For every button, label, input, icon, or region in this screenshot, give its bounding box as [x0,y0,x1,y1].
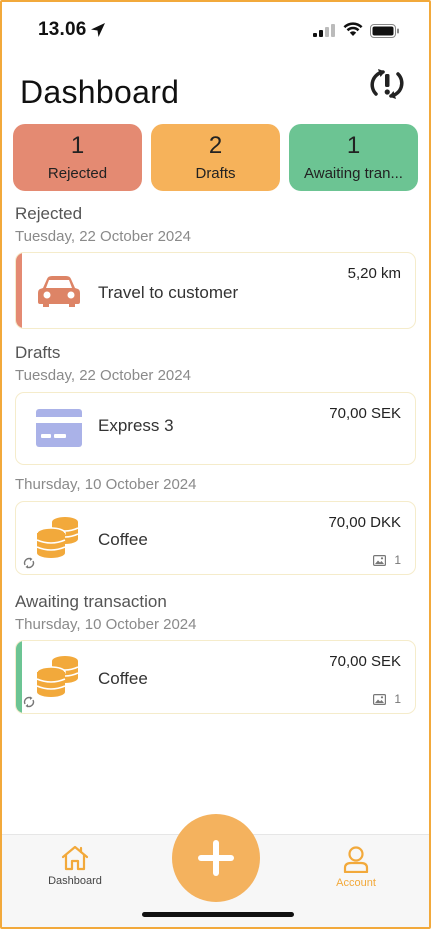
wifi-icon [343,22,363,36]
location-arrow-icon [91,23,105,37]
home-indicator [142,912,294,917]
expense-amount: 70,00 SEK [329,405,401,422]
section-title-drafts: Drafts [15,343,61,362]
tab-account[interactable]: Account [311,845,401,889]
expense-card-express[interactable]: Express 3 70,00 SEK [15,392,416,465]
status-bar: 13.06 [2,2,429,56]
attachment-count-value: 1 [394,553,401,567]
home-icon [61,845,89,871]
image-icon [373,693,387,705]
user-icon [343,846,369,873]
tile-count: 2 [208,132,223,159]
cellular-signal-icon [313,24,335,37]
tab-label: Account [336,877,376,889]
sync-alert-button[interactable] [365,64,409,104]
status-time: 13.06 [38,19,87,40]
tile-count: 1 [346,132,361,159]
expense-name: Coffee [98,669,148,688]
section-date: Thursday, 10 October 2024 [15,616,197,633]
status-stripe [16,253,22,328]
tile-awaiting-transaction[interactable]: 1 Awaiting tran... [289,124,418,191]
image-icon [373,554,387,566]
tile-label: Awaiting tran... [304,165,403,182]
attachment-count: 1 [373,553,401,567]
page-title: Dashboard [20,74,180,110]
expense-card-coffee-awaiting[interactable]: Coffee 70,00 SEK 1 [15,640,416,714]
tile-count: 1 [70,132,85,159]
car-icon [38,276,80,307]
expense-name: Coffee [98,530,148,549]
expense-name: Travel to customer [98,283,239,302]
expense-card-coffee-draft[interactable]: Coffee 70,00 DKK 1 [15,501,416,575]
coins-icon [36,517,79,558]
sync-icon [23,696,35,708]
section-title-rejected: Rejected [15,204,83,223]
tile-label: Rejected [47,165,108,182]
expense-card-travel[interactable]: Travel to customer 5,20 km [15,252,416,329]
attachment-count-value: 1 [394,692,401,706]
section-date: Tuesday, 22 October 2024 [15,228,191,245]
sync-icon [23,557,35,569]
tab-dashboard[interactable]: Dashboard [30,845,120,887]
section-date: Thursday, 10 October 2024 [15,476,197,493]
credit-card-icon [36,409,82,447]
plus-icon [198,840,234,876]
tile-label: Drafts [195,165,236,182]
tile-drafts[interactable]: 2 Drafts [151,124,280,191]
coins-icon [36,656,79,697]
attachment-count: 1 [373,692,401,706]
tile-rejected[interactable]: 1 Rejected [13,124,142,191]
expense-amount: 70,00 SEK [329,653,401,670]
sync-alert-icon [370,69,404,99]
add-expense-button[interactable] [172,814,260,902]
app-screen: 13.06 Dashboard 1 Rejected 2 Drafts 1 Aw… [0,0,431,929]
section-title-awaiting: Awaiting transaction [15,592,167,611]
tab-label: Dashboard [48,875,102,887]
expense-amount: 5,20 km [347,265,401,282]
summary-tiles: 1 Rejected 2 Drafts 1 Awaiting tran... [13,124,418,191]
section-date: Tuesday, 22 October 2024 [15,367,191,384]
battery-icon [370,24,399,38]
expense-amount: 70,00 DKK [328,514,401,531]
expense-name: Express 3 [98,416,174,435]
